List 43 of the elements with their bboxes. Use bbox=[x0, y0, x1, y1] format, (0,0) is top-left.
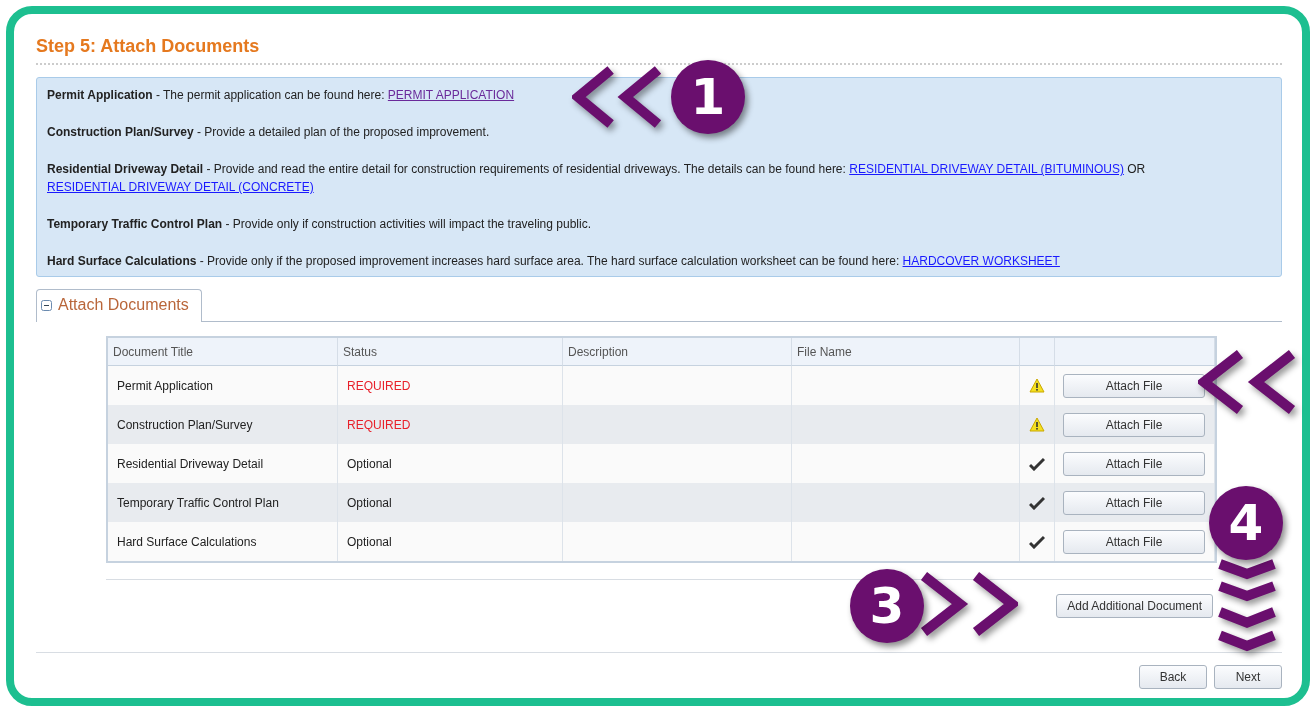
chevron-arrow-icon bbox=[1198, 350, 1298, 414]
collapse-icon[interactable] bbox=[41, 299, 52, 311]
attach-file-button[interactable]: Attach File bbox=[1063, 490, 1205, 515]
column-header: Status bbox=[338, 338, 563, 366]
column-header: File Name bbox=[792, 338, 1020, 366]
document-link[interactable]: RESIDENTIAL DRIVEWAY DETAIL (CONCRETE) bbox=[47, 180, 314, 194]
attach-file-button[interactable]: Attach File bbox=[1063, 529, 1205, 554]
table-cell: Residential Driveway Detail bbox=[108, 444, 338, 483]
check-icon bbox=[1029, 456, 1045, 471]
chevron-arrow-icon bbox=[572, 66, 664, 128]
status-cell: REQUIRED bbox=[338, 405, 563, 444]
status-cell: Optional bbox=[338, 444, 563, 483]
document-link[interactable]: HARDCOVER WORKSHEET bbox=[902, 254, 1060, 268]
column-header: Description bbox=[563, 338, 792, 366]
table-cell: Permit Application bbox=[108, 366, 338, 405]
column-header: Document Title bbox=[108, 338, 338, 366]
chevron-arrow-icon bbox=[918, 572, 1018, 636]
info-paragraph: Temporary Traffic Control Plan - Provide only if construction activities will impact the traveling public. bbox=[47, 216, 592, 233]
add-document-button[interactable]: Add Additional Document bbox=[1056, 594, 1213, 618]
attach-file-button[interactable]: Attach File bbox=[1063, 412, 1205, 437]
warning-icon bbox=[1029, 378, 1045, 393]
status-cell: Optional bbox=[338, 522, 563, 561]
status-cell: Optional bbox=[338, 483, 563, 522]
info-paragraph: Residential Driveway Detail - Provide and read the entire detail for construction requirements of residential driveways. The details can be found here: RESIDENTIAL DRIVEWAY DETAIL (BITUMINOUS) OR RESIDENTIAL DRIVEWAY DETAIL (CONCRETE) bbox=[47, 161, 1147, 196]
check-icon bbox=[1029, 534, 1045, 549]
page-title: Step 5: Attach Documents bbox=[36, 36, 260, 57]
warning-icon bbox=[1029, 417, 1045, 432]
attach-file-button[interactable]: Attach File bbox=[1063, 373, 1205, 398]
document-link[interactable]: PERMIT APPLICATION bbox=[387, 88, 515, 102]
info-paragraph: Hard Surface Calculations - Provide only if the proposed improvement increases hard surface area. The hard surface calculation worksheet can be found here: HARDCOVER WORKSHEET bbox=[47, 253, 1061, 270]
status-cell: REQUIRED bbox=[338, 366, 563, 405]
section-tab[interactable]: Attach Documents bbox=[36, 289, 202, 322]
nav-button[interactable]: Next bbox=[1214, 665, 1282, 689]
info-paragraph: Construction Plan/Survey - Provide a detailed plan of the proposed improvement. bbox=[47, 124, 491, 141]
nav-button[interactable]: Back bbox=[1139, 665, 1207, 689]
table-cell: Temporary Traffic Control Plan bbox=[108, 483, 338, 522]
document-link[interactable]: RESIDENTIAL DRIVEWAY DETAIL (BITUMINOUS) bbox=[849, 162, 1124, 176]
chevron-arrow-icon bbox=[1216, 558, 1278, 602]
table-cell: Construction Plan/Survey bbox=[108, 405, 338, 444]
chevron-arrow-icon bbox=[1216, 606, 1278, 652]
table-cell: Hard Surface Calculations bbox=[108, 522, 338, 561]
attach-file-button[interactable]: Attach File bbox=[1063, 451, 1205, 476]
check-icon bbox=[1029, 495, 1045, 510]
